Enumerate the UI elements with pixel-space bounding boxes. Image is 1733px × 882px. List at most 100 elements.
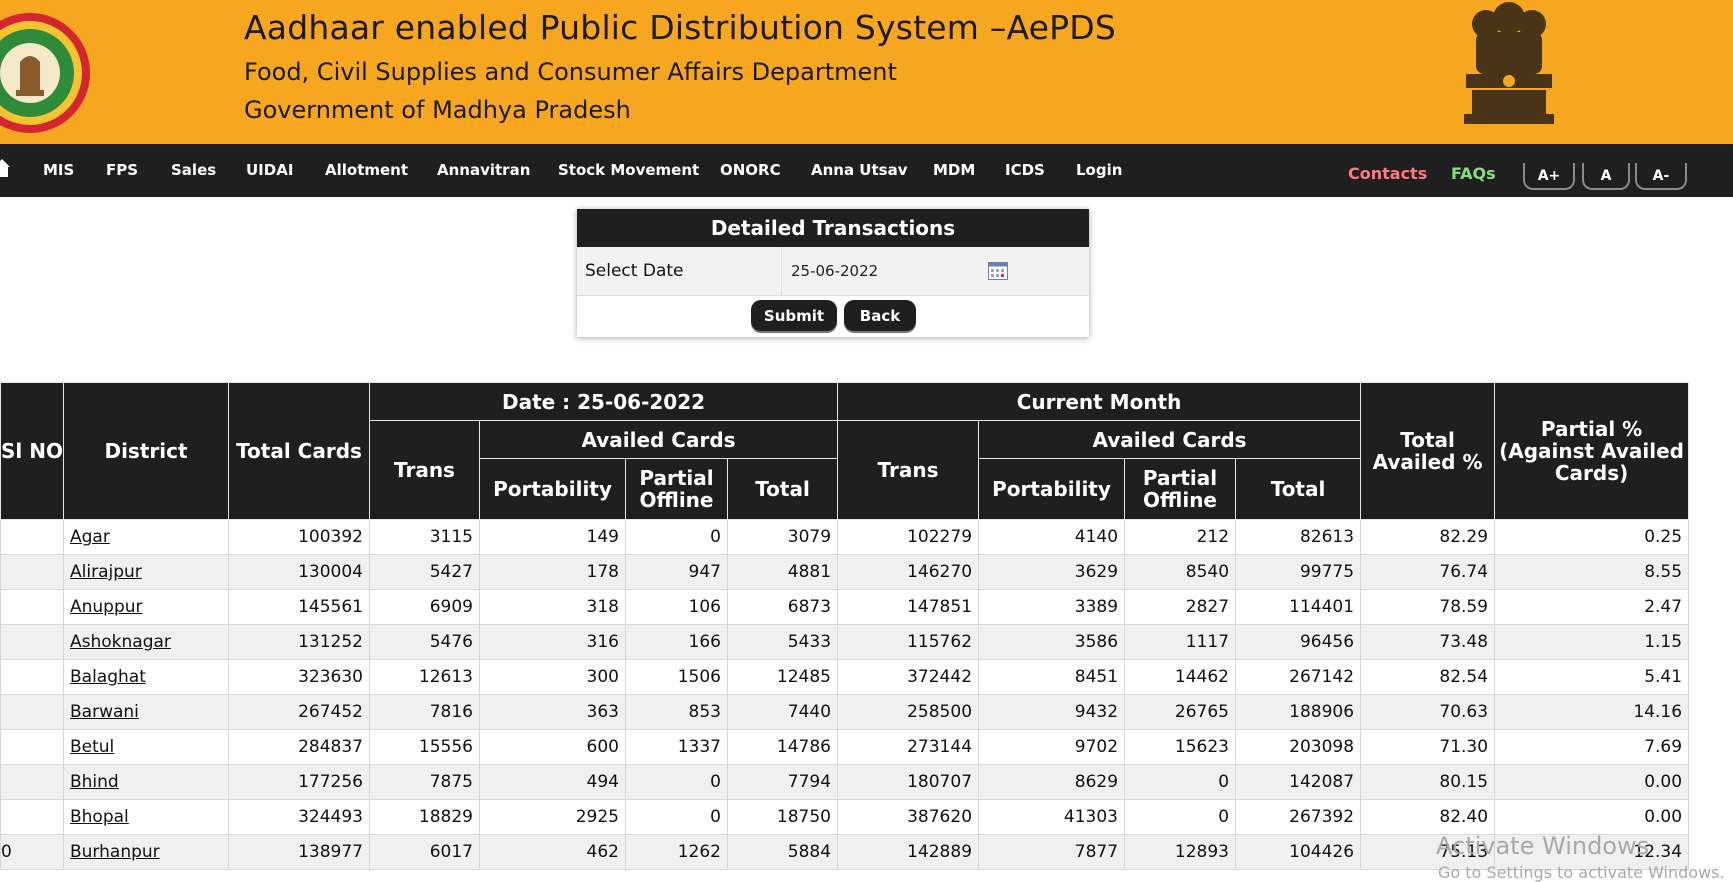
district-link[interactable]: Burhanpur	[70, 842, 160, 862]
header-total-cards: Total Cards	[228, 382, 370, 520]
nav-contacts[interactable]: Contacts	[1348, 147, 1427, 200]
district-link[interactable]: Bhind	[70, 772, 119, 792]
district-cell: Bhind	[63, 764, 229, 800]
district-cell: Bhopal	[63, 799, 229, 835]
nav-stock-movement[interactable]: Stock Movement	[558, 144, 699, 197]
font-decrease-button[interactable]: A-	[1635, 163, 1687, 190]
total-cards-cell: 267452	[228, 694, 370, 730]
d-partial-cell: 853	[625, 694, 728, 730]
table-row: Ashoknagar 131252 5476 316 166 5433 115762 3586…	[0, 624, 1690, 660]
nav-allotment[interactable]: Allotment	[325, 144, 408, 197]
district-link[interactable]: Balaghat	[70, 667, 146, 687]
m-total-cell: 114401	[1235, 589, 1362, 625]
nav-mis[interactable]: MIS	[43, 144, 74, 197]
date-row: Select Date	[577, 247, 1089, 296]
partial-pct-cell: 5.41	[1494, 659, 1690, 695]
district-link[interactable]: Alirajpur	[70, 562, 142, 582]
calendar-icon[interactable]	[988, 262, 1008, 280]
d-port-cell: 2925	[479, 799, 626, 835]
nav-icds[interactable]: ICDS	[1005, 144, 1045, 197]
d-total-cell: 4881	[726, 554, 839, 590]
d-total-cell: 7440	[726, 694, 839, 730]
sl-no-cell	[0, 729, 64, 765]
submit-button[interactable]: Submit	[751, 300, 837, 331]
header-date-availed-cards: Availed Cards	[478, 420, 839, 459]
d-partial-cell: 166	[625, 624, 728, 660]
d-partial-cell: 0	[625, 799, 728, 835]
m-partial-cell: 14462	[1124, 659, 1237, 695]
district-link[interactable]: Barwani	[70, 702, 139, 722]
d-trans-cell: 12613	[369, 659, 480, 695]
d-total-cell: 7794	[726, 764, 839, 800]
m-total-cell: 96456	[1235, 624, 1362, 660]
table-row: Barwani 267452 7816 363 853 7440 258500 9432 267…	[0, 694, 1690, 730]
district-link[interactable]: Betul	[70, 737, 114, 757]
table-row: Agar 100392 3115 149 0 3079 102279 4140 212 82613…	[0, 519, 1690, 555]
windows-activation-hint: Go to Settings to activate Windows.	[1438, 863, 1725, 882]
availed-pct-cell: 80.15	[1360, 764, 1496, 800]
date-input[interactable]	[783, 255, 1006, 287]
nav-faqs[interactable]: FAQs	[1451, 147, 1496, 200]
d-port-cell: 178	[479, 554, 626, 590]
district-link[interactable]: Anuppur	[70, 597, 143, 617]
header-date-portability: Portability	[479, 458, 626, 520]
d-trans-cell: 6909	[369, 589, 480, 625]
m-total-cell: 267392	[1235, 799, 1362, 835]
availed-pct-cell: 70.63	[1360, 694, 1496, 730]
nav-fps[interactable]: FPS	[106, 144, 138, 197]
m-partial-cell: 0	[1124, 799, 1237, 835]
back-button[interactable]: Back	[844, 300, 916, 331]
d-port-cell: 494	[479, 764, 626, 800]
m-trans-cell: 387620	[837, 799, 980, 835]
sl-no-cell	[0, 519, 64, 555]
site-title: Aadhaar enabled Public Distribution Syst…	[244, 8, 1117, 47]
district-link[interactable]: Ashoknagar	[70, 632, 171, 652]
partial-pct-cell: 0.00	[1494, 764, 1690, 800]
nav-anna-utsav[interactable]: Anna Utsav	[811, 144, 908, 197]
font-increase-button[interactable]: A+	[1523, 163, 1575, 190]
m-trans-cell: 273144	[837, 729, 980, 765]
header-current-month: Current Month	[837, 382, 1362, 421]
table-row: Bhopal 324493 18829 2925 0 18750 387620 41303 0 2…	[0, 799, 1690, 835]
district-link[interactable]: Agar	[70, 527, 110, 547]
m-total-cell: 203098	[1235, 729, 1362, 765]
district-link[interactable]: Bhopal	[70, 807, 129, 827]
nav-sales[interactable]: Sales	[171, 144, 216, 197]
district-cell: Betul	[63, 729, 229, 765]
header-month-total: Total	[1235, 458, 1362, 520]
nav-onorc[interactable]: ONORC	[720, 144, 781, 197]
d-port-cell: 600	[479, 729, 626, 765]
m-total-cell: 142087	[1235, 764, 1362, 800]
nav-login[interactable]: Login	[1076, 144, 1122, 197]
nav-annavitran[interactable]: Annavitran	[437, 144, 530, 197]
date-label: Select Date	[585, 261, 684, 281]
table-body: Agar 100392 3115 149 0 3079 102279 4140 212 82613…	[0, 519, 1690, 870]
d-partial-cell: 0	[625, 764, 728, 800]
m-partial-cell: 8540	[1124, 554, 1237, 590]
m-trans-cell: 147851	[837, 589, 980, 625]
m-total-cell: 188906	[1235, 694, 1362, 730]
home-icon[interactable]	[0, 157, 10, 179]
nav-mdm[interactable]: MDM	[933, 144, 975, 197]
d-port-cell: 318	[479, 589, 626, 625]
m-port-cell: 3586	[978, 624, 1126, 660]
d-partial-cell: 1506	[625, 659, 728, 695]
d-trans-cell: 5476	[369, 624, 480, 660]
nav-uidai[interactable]: UIDAI	[246, 144, 293, 197]
d-partial-cell: 947	[625, 554, 728, 590]
row-divider	[781, 247, 782, 295]
m-port-cell: 41303	[978, 799, 1126, 835]
d-total-cell: 6873	[726, 589, 839, 625]
d-trans-cell: 5427	[369, 554, 480, 590]
m-partial-cell: 1117	[1124, 624, 1237, 660]
sl-no-cell	[0, 554, 64, 590]
m-port-cell: 7877	[978, 834, 1126, 870]
d-partial-cell: 0	[625, 519, 728, 555]
district-cell: Ashoknagar	[63, 624, 229, 660]
m-port-cell: 9702	[978, 729, 1126, 765]
font-default-button[interactable]: A	[1582, 163, 1630, 190]
partial-pct-cell: 14.16	[1494, 694, 1690, 730]
total-cards-cell: 324493	[228, 799, 370, 835]
m-total-cell: 267142	[1235, 659, 1362, 695]
d-total-cell: 14786	[726, 729, 839, 765]
